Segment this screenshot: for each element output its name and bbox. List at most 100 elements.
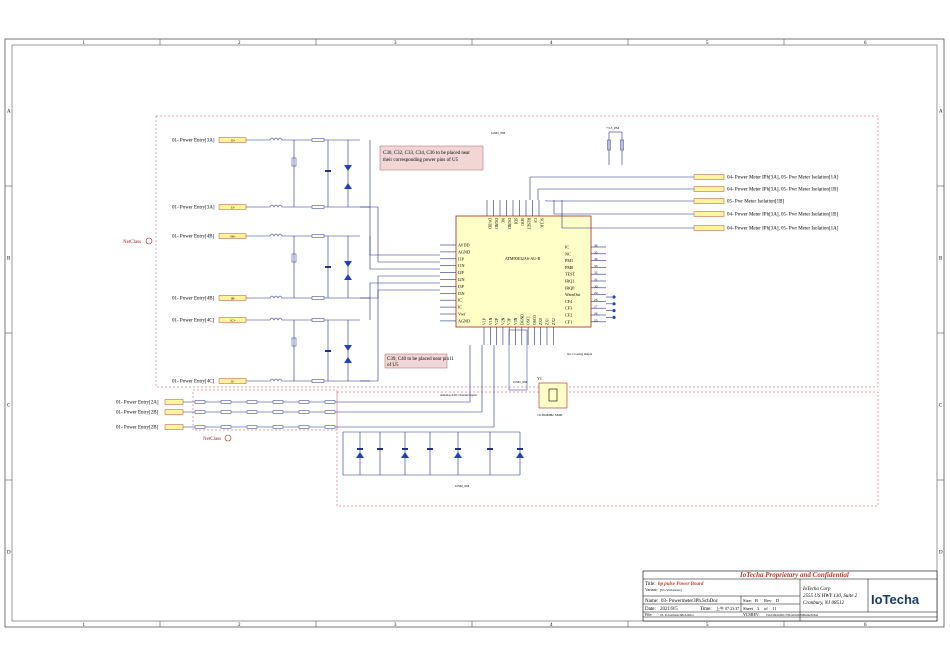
vcsrev-value: f32cf26bb2b81178d1a012dd588ad4e5b6ad	[766, 613, 819, 617]
filter-cap-6	[517, 448, 523, 450]
ic-top-pin-6: RESET	[527, 218, 531, 230]
voltage-port-0	[164, 399, 184, 405]
ic-left-pin-0: AVDD	[458, 243, 470, 248]
company-logo: IoTecha	[871, 592, 920, 607]
filter-cap-0	[357, 448, 363, 450]
zone-row-left-1: B	[7, 257, 11, 262]
voltage-input-rows: 01- Power Entry[2A] 01- Power Entry[2B] 01…	[116, 329, 528, 476]
vcc-label-right: +3.3_PM	[606, 126, 620, 130]
zone-labels: 112233445566A AB BC CD D	[5, 39, 944, 628]
region-divider	[192, 389, 338, 431]
filter-cap-1	[377, 448, 383, 450]
divider-resistor	[324, 400, 336, 404]
ic-top-pin-7: CS	[533, 218, 537, 223]
divider-resistor	[298, 425, 310, 429]
ic-left-pin-3: I1N	[458, 263, 465, 268]
ic-right-pin-5: IRQ1	[565, 279, 574, 284]
divider-resistor	[324, 410, 336, 414]
antialias-label: Antialias ADC Channel Inputs	[440, 393, 478, 397]
region-voltage-inputs	[336, 391, 879, 507]
output-port-3	[693, 211, 725, 217]
clamp-diode-4	[454, 452, 462, 458]
osc-note: Osc Crossing Output	[567, 352, 592, 356]
gnd-label-top: GND_PM	[491, 131, 506, 135]
tvs-diode-b-0	[344, 183, 352, 189]
file-value: 03- Powermeter3Ph.SchDoc	[660, 613, 695, 617]
cap-0	[325, 170, 331, 172]
ic-bottom-pin-5: V3N	[514, 317, 518, 325]
ic-right-pin-10: CF2	[565, 313, 572, 318]
ic-bottom-pin-6: DGND	[520, 314, 524, 325]
clamp-diode-6	[516, 452, 524, 458]
date-value: 2021/8/5	[660, 607, 678, 612]
divider-resistor	[194, 410, 206, 414]
divider-resistor	[194, 400, 206, 404]
resistor	[311, 318, 325, 322]
company-address-1: 2555 US HWY 130, Suite 2	[803, 594, 858, 599]
netclass-bottom-marker	[224, 434, 232, 442]
crystal-label: Y1	[537, 376, 542, 381]
name-label: Name:	[645, 599, 658, 604]
cap-2	[325, 350, 331, 352]
title-value: bp pulse Power Board	[658, 582, 704, 587]
ic-right-pin-number-5: 31	[594, 278, 598, 282]
vcsrev-label: VCSREV:	[743, 612, 760, 617]
resistor	[311, 205, 325, 209]
of-label: of	[764, 606, 768, 611]
cf-output-dot	[612, 295, 616, 299]
sheet-total: 11	[772, 606, 776, 611]
filter-cap-4	[455, 448, 461, 450]
ic-right-pin-9: CF3	[565, 306, 572, 311]
divider-resistor	[246, 400, 258, 404]
inductor	[269, 317, 283, 321]
zone-row-right-2: C	[939, 404, 943, 409]
ic-right-pin-number-6: 30	[594, 284, 598, 288]
ic-bottom-pin-1: V1N	[489, 317, 493, 325]
note2-line1: C39, C40 to be placed near pin11	[387, 357, 454, 362]
clamp-diode-2	[401, 452, 409, 458]
file-label: File:	[645, 612, 652, 617]
port-text-1: I3-	[231, 205, 235, 209]
entry-label-4: 01- Power Entry[4C]	[172, 319, 215, 324]
divider-resistor	[298, 410, 310, 414]
company-name: IoTecha Corp	[802, 587, 831, 592]
filter-cap-5	[487, 448, 493, 450]
port-text-5: IC-	[231, 379, 235, 383]
output-port-0	[693, 174, 725, 180]
output-label-1: 04- Power Meter IPh[3A], 05- Pwr Meter I…	[727, 188, 838, 193]
current-input-rows: 01- Power Entry[3A] I3+ 01- Power Entry[3A…	[172, 137, 440, 385]
sheet-border	[4, 38, 945, 628]
divider-resistor	[220, 410, 232, 414]
output-label-0: 04- Power Meter IPh[3A], 05- Pwr Meter I…	[727, 176, 839, 181]
netclass-top-label: NetClass	[123, 240, 141, 245]
port-text-3: IB-	[231, 296, 235, 300]
port-text-2: IB+	[230, 234, 235, 238]
resistor	[311, 234, 325, 238]
divider-resistor	[324, 425, 336, 429]
tvs-diode-0	[344, 165, 352, 171]
inductor	[269, 204, 283, 208]
entry-label-2: 01- Power Entry[4B]	[172, 235, 215, 240]
divider-resistor	[272, 400, 284, 404]
cap-1	[325, 266, 331, 268]
ic-bottom-pin-9: ZX0	[539, 318, 543, 325]
ic-bottom-pin-2: V2P	[495, 318, 499, 325]
zone-row-right-0: A	[939, 110, 943, 115]
cf-output-dot	[612, 309, 616, 313]
ic-left-pin-1: AGND	[458, 249, 470, 254]
title-block: IoTecha Proprietary and Confidential Tit…	[642, 570, 938, 622]
time-value: 上午 07:23:37	[716, 605, 739, 611]
ic-right-pin-6: IRQ0	[565, 285, 574, 290]
ic-right-pin-number-11: 25	[594, 318, 598, 322]
ic-left-pin-9: IC	[458, 305, 462, 310]
ic-right-pin-number-8: 28	[594, 298, 598, 302]
tvs-diode-b-2	[344, 357, 352, 363]
inductor	[269, 295, 283, 299]
ic-right-pin-8: CF4	[565, 299, 573, 304]
name-value: 03- Powermeter3Ph.SchDoc	[661, 599, 719, 604]
divider-resistor	[220, 425, 232, 429]
clamp-diode-0	[356, 452, 364, 458]
note2-line2: of U5	[387, 363, 399, 368]
divider-resistor	[220, 400, 232, 404]
inductor	[269, 378, 283, 382]
